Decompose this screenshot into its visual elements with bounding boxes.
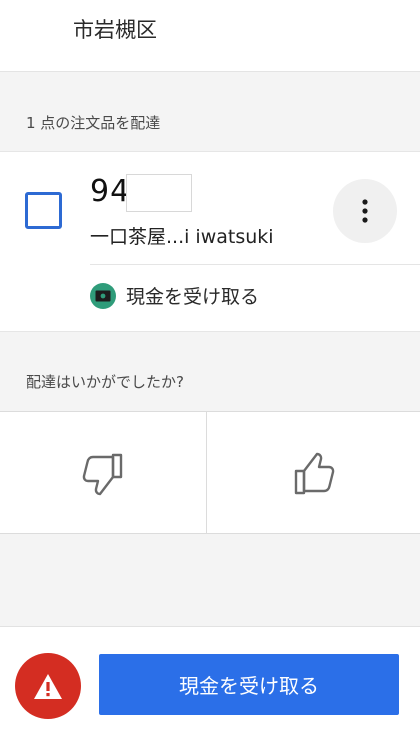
delivery-address: 市岩槻区: [73, 18, 157, 42]
store-name: 一口茶屋...i iwatsuki: [90, 226, 274, 248]
warning-triangle-icon: [34, 673, 62, 699]
thumbs-up-icon: [294, 452, 334, 494]
address-card: 市岩槻区: [0, 0, 420, 72]
bottom-action-bar: 現金を受け取る: [0, 626, 420, 744]
rating-question: 配達はいかがでしたか?: [26, 373, 184, 391]
items-count-label: 1 点の注文品を配達: [26, 114, 161, 132]
payment-label: 現金を受け取る: [126, 286, 260, 308]
thumbs-down-button[interactable]: [0, 412, 207, 533]
rating-row: [0, 411, 420, 534]
thumbs-up-button[interactable]: [207, 412, 420, 533]
safety-alert-button[interactable]: [15, 653, 81, 719]
divider: [90, 264, 420, 265]
order-card: 94 一口茶屋...i iwatsuki 現金を受け取る: [0, 151, 420, 332]
thumbs-down-icon: [82, 453, 123, 495]
more-options-button[interactable]: [333, 179, 397, 243]
payment-method: 現金を受け取る: [90, 282, 259, 309]
collect-cash-button[interactable]: 現金を受け取る: [99, 654, 399, 715]
cash-icon: [90, 282, 116, 309]
order-checkbox[interactable]: [25, 192, 62, 229]
more-vertical-icon: [362, 199, 368, 223]
redacted-order-number: [126, 174, 192, 212]
order-number: 94: [90, 174, 131, 209]
